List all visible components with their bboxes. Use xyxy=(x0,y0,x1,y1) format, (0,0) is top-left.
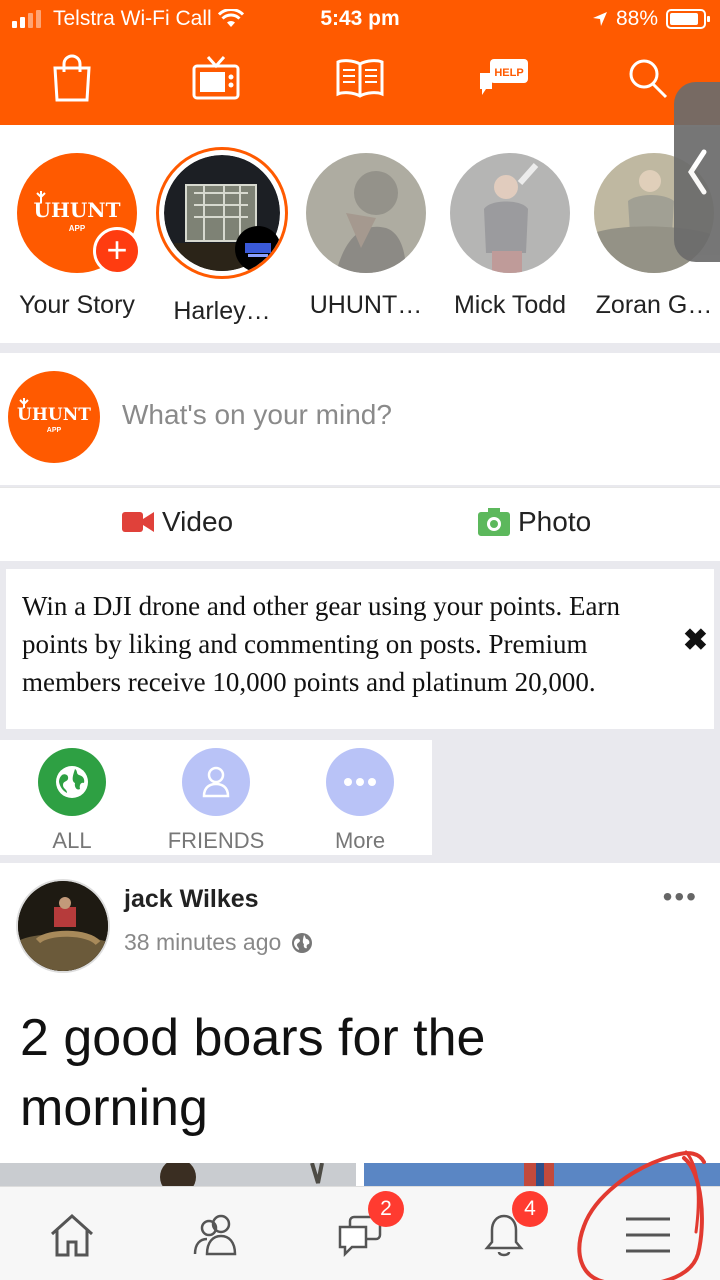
story-name: Your Story xyxy=(19,291,135,319)
brand-badge-icon xyxy=(235,226,281,272)
home-icon[interactable] xyxy=(42,1205,102,1265)
tv-icon[interactable] xyxy=(186,48,246,108)
friends-icon[interactable] xyxy=(186,1205,246,1265)
story-name: Zoran G… xyxy=(595,291,713,319)
more-options-icon[interactable]: ••• xyxy=(663,881,698,913)
video-button[interactable]: Video xyxy=(122,506,233,538)
logo-text: UHUNT xyxy=(17,405,91,425)
close-icon[interactable]: ✖ xyxy=(683,623,708,658)
logo-subtext: APP xyxy=(69,224,86,233)
messages-badge: 2 xyxy=(368,1191,404,1227)
story-name: UHUNT… xyxy=(309,291,423,319)
promo-text: Win a DJI drone and other gear using you… xyxy=(22,591,621,697)
status-right: 88% xyxy=(592,7,710,31)
story-avatar xyxy=(450,153,570,273)
photo-button[interactable]: Photo xyxy=(478,506,591,538)
shopping-bag-icon[interactable] xyxy=(42,48,102,108)
toolbar: HELP xyxy=(0,48,720,108)
side-drawer-handle[interactable] xyxy=(674,82,720,262)
more-dots-icon xyxy=(326,748,394,816)
composer[interactable]: UHUNT APP What's on your mind? xyxy=(0,353,720,485)
story-avatar xyxy=(306,153,426,273)
location-arrow-icon xyxy=(592,12,607,26)
story-avatar xyxy=(156,147,288,279)
story-harley[interactable]: Harley… xyxy=(152,147,292,326)
messages-icon[interactable]: 2 xyxy=(330,1191,404,1265)
filter-friends[interactable]: FRIENDS xyxy=(161,748,271,854)
filter-more[interactable]: More xyxy=(305,748,415,854)
chevron-left-icon xyxy=(688,149,707,195)
battery-percent: 88% xyxy=(615,7,658,30)
story-name: Mick Todd xyxy=(453,291,567,319)
media-row: Video Photo xyxy=(0,487,720,561)
post-text: 2 good boars for the morning xyxy=(20,1009,486,1137)
globe-icon xyxy=(292,932,313,953)
add-story-button[interactable]: + xyxy=(93,227,141,275)
help-icon[interactable]: HELP xyxy=(474,48,534,108)
video-label: Video xyxy=(162,506,234,537)
filter-label: More xyxy=(334,828,386,853)
avatar[interactable] xyxy=(16,879,110,973)
composer-input[interactable]: What's on your mind? xyxy=(122,399,392,431)
photo-label: Photo xyxy=(518,506,592,537)
filter-all[interactable]: ALL xyxy=(17,748,127,854)
uhunt-logo: UHUNT APP xyxy=(8,371,100,463)
notifications-badge: 4 xyxy=(512,1191,548,1227)
bell-icon[interactable]: 4 xyxy=(474,1191,548,1265)
filter-label: FRIENDS xyxy=(167,828,265,853)
logo-text: UHUNT xyxy=(34,198,121,222)
camera-icon xyxy=(478,508,510,536)
globe-icon xyxy=(38,748,106,816)
video-camera-icon xyxy=(122,512,154,532)
status-bar: Telstra Wi-Fi Call 5:43 pm 88% xyxy=(0,0,720,40)
battery-icon xyxy=(666,9,710,29)
story-name: Harley… xyxy=(173,297,271,325)
logo-subtext: APP xyxy=(47,427,62,434)
promo-banner: Win a DJI drone and other gear using you… xyxy=(6,569,714,729)
stories-strip: UHUNT APP + Your Story Harley… UHUNT… Mi… xyxy=(0,125,720,343)
menu-icon[interactable] xyxy=(618,1205,678,1265)
user-icon xyxy=(182,748,250,816)
post-time-label: 38 minutes ago xyxy=(124,929,282,955)
top-bar: Telstra Wi-Fi Call 5:43 pm 88% HELP xyxy=(0,0,720,125)
book-icon[interactable] xyxy=(330,48,390,108)
story-mick-todd[interactable]: Mick Todd xyxy=(440,153,580,320)
post-time: 38 minutes ago xyxy=(124,929,313,956)
story-uhunt[interactable]: UHUNT… xyxy=(296,153,436,320)
search-icon[interactable] xyxy=(618,48,678,108)
feed-filters: ALL FRIENDS More xyxy=(0,740,432,855)
bottom-nav: 2 4 xyxy=(0,1186,720,1280)
help-icon-label: HELP xyxy=(494,67,523,79)
post-author[interactable]: jack Wilkes xyxy=(124,885,259,914)
story-your-story[interactable]: UHUNT APP + Your Story xyxy=(7,153,147,320)
filter-label: ALL xyxy=(52,828,92,853)
